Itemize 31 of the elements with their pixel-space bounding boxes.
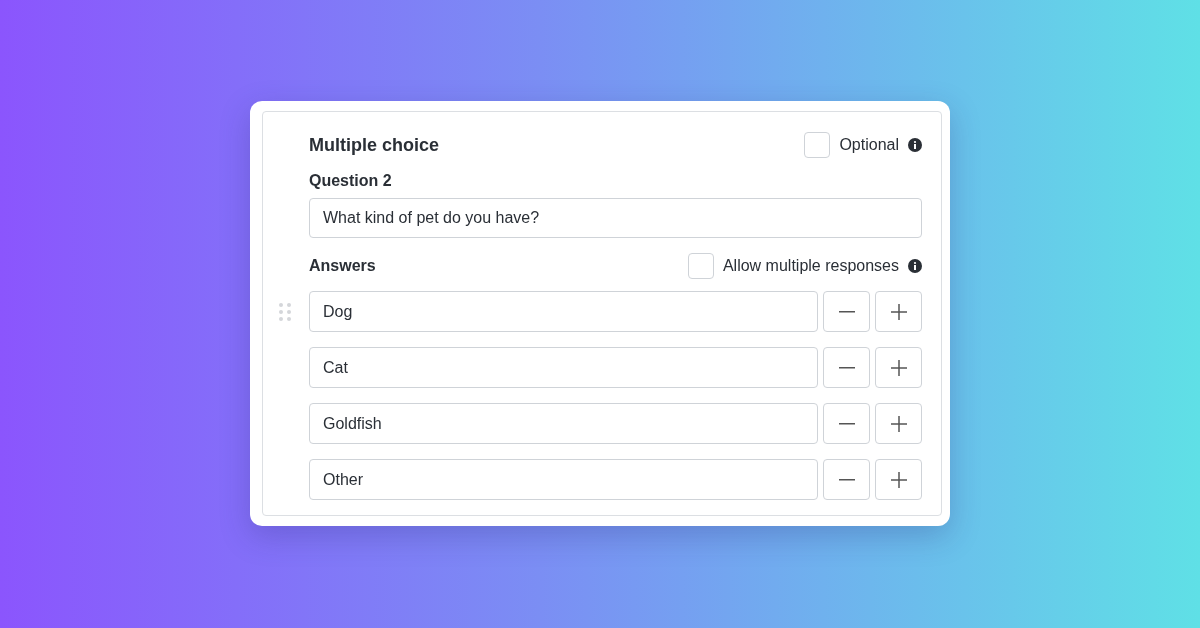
- add-button[interactable]: [875, 403, 922, 444]
- remove-button[interactable]: [823, 403, 870, 444]
- plus-icon: [890, 303, 907, 320]
- plus-icon: [890, 415, 907, 432]
- minus-icon: [838, 310, 855, 313]
- answer-field[interactable]: Goldfish: [309, 403, 818, 444]
- plus-icon: [890, 359, 907, 376]
- add-button[interactable]: [875, 291, 922, 332]
- optional-label: Optional: [839, 136, 899, 154]
- minus-icon: [838, 478, 855, 481]
- remove-button[interactable]: [823, 347, 870, 388]
- question-label: Question 2: [309, 171, 393, 190]
- answer-field[interactable]: Dog: [309, 291, 818, 332]
- minus-icon: [838, 366, 855, 369]
- question-field[interactable]: What kind of pet do you have?: [309, 197, 922, 238]
- add-button[interactable]: [875, 459, 922, 500]
- answer-field[interactable]: Cat: [309, 347, 818, 388]
- checkbox[interactable]: [687, 253, 714, 280]
- drag-handle-icon[interactable]: [279, 303, 291, 321]
- info-icon[interactable]: [908, 138, 922, 152]
- allow-multiple-label: Allow multiple responses: [722, 257, 899, 276]
- plus-icon: [890, 471, 907, 488]
- answers-label: Answers: [309, 257, 376, 276]
- checkbox[interactable]: [804, 132, 831, 158]
- remove-button[interactable]: [823, 291, 870, 332]
- block-title: Multiple choice: [309, 134, 440, 156]
- answer-field[interactable]: Other: [309, 459, 818, 500]
- add-button[interactable]: [875, 347, 922, 388]
- info-icon[interactable]: [908, 259, 922, 274]
- minus-icon: [838, 422, 855, 425]
- remove-button[interactable]: [823, 459, 870, 500]
